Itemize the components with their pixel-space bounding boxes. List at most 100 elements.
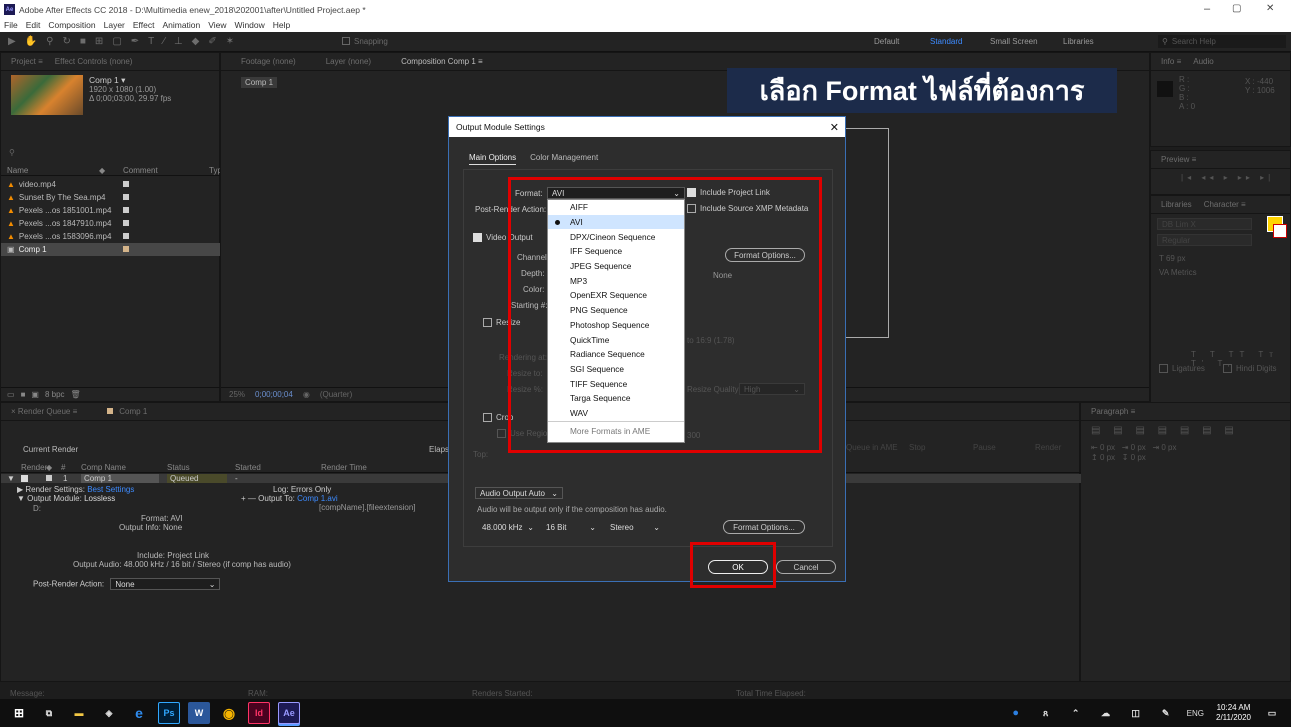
tab-effect-controls[interactable]: Effect Controls (none)	[55, 57, 133, 66]
clock[interactable]: 10:24 AM 2/11/2020	[1216, 703, 1251, 723]
output-to-link[interactable]: Comp 1.avi	[297, 494, 337, 503]
list-item[interactable]: ▲ Sunset By The Sea.mp4	[1, 191, 221, 204]
search-help-input[interactable]: ⚲ Search Help	[1158, 35, 1286, 48]
network-tray-icon[interactable]: ☁	[1095, 702, 1117, 724]
type-tool-icon[interactable]: T	[148, 36, 154, 48]
list-item[interactable]: ▲ Pexels ...os 1851001.mp4	[1, 204, 221, 217]
dialog-close-button[interactable]: ✕	[830, 121, 839, 134]
tab-info[interactable]: Info ≡	[1161, 57, 1181, 66]
font-size-field[interactable]: T 69 px	[1159, 254, 1186, 263]
store-icon[interactable]: ◈	[98, 702, 120, 724]
tab-layer[interactable]: Layer (none)	[326, 57, 371, 66]
bit-depth-select[interactable]: 16 Bit ⌄	[541, 521, 601, 533]
tab-comp-1[interactable]: Comp 1	[107, 407, 147, 416]
audio-output-select[interactable]: Audio Output Auto ⌄	[475, 487, 563, 499]
col-render-time[interactable]: Render Time	[321, 463, 367, 472]
menu-animation[interactable]: Animation	[162, 20, 200, 30]
hindi-digits-option[interactable]: Hindi Digits	[1223, 364, 1276, 374]
resize-checkbox[interactable]	[483, 318, 492, 328]
video-output-checkbox[interactable]	[473, 233, 482, 243]
stop-button[interactable]: Stop	[909, 443, 925, 452]
font-family-select[interactable]: DB Lim X	[1157, 218, 1252, 230]
log-dropdown[interactable]: Errors Only	[291, 485, 331, 494]
col-number[interactable]: #	[61, 463, 65, 472]
cancel-button[interactable]: Cancel	[776, 560, 836, 574]
workspace-libraries[interactable]: Libraries	[1063, 37, 1094, 46]
output-module-dropdown[interactable]: Lossless	[84, 494, 115, 503]
menu-help[interactable]: Help	[273, 20, 290, 30]
workspace-default[interactable]: Default	[874, 37, 899, 46]
pause-button[interactable]: Pause	[973, 443, 996, 452]
add-output-icon[interactable]: + —	[241, 494, 256, 503]
tab-audio[interactable]: Audio	[1193, 57, 1213, 66]
resolution-select[interactable]: (Quarter)	[320, 390, 352, 399]
close-button[interactable]: ✕	[1266, 3, 1274, 14]
indent-fields[interactable]: ⇤ 0 px ⇥ 0 px ⇥ 0 px ↥ 0 px ↧ 0 px	[1091, 443, 1177, 463]
snapping-checkbox[interactable]	[342, 37, 350, 45]
menu-effect[interactable]: Effect	[133, 20, 155, 30]
rotate-tool-icon[interactable]: ↻	[62, 36, 70, 48]
tab-project[interactable]: Project ≡	[11, 57, 43, 66]
use-region-checkbox[interactable]	[497, 429, 506, 439]
tab-footage[interactable]: Footage (none)	[241, 57, 296, 66]
menu-edit[interactable]: Edit	[26, 20, 41, 30]
camera-icon[interactable]: ◉	[303, 390, 310, 399]
tab-render-queue[interactable]: × Render Queue ≡	[11, 407, 77, 416]
render-checkbox[interactable]	[21, 475, 28, 482]
project-search[interactable]: ⚲	[9, 148, 214, 160]
word-icon[interactable]: W	[188, 702, 210, 724]
list-item[interactable]: ▲ video.mp4	[1, 178, 221, 191]
col-comment[interactable]: Comment	[123, 166, 158, 175]
menu-layer[interactable]: Layer	[104, 20, 125, 30]
eraser-tool-icon[interactable]: ◆	[192, 36, 200, 48]
render-button[interactable]: Render	[1035, 443, 1061, 452]
volume-tray-icon[interactable]: ◫	[1125, 702, 1147, 724]
col-status[interactable]: Status	[167, 463, 190, 472]
list-item[interactable]: ▲ Pexels ...os 1847910.mp4	[1, 217, 221, 230]
tool-icons[interactable]: ▶ ✋ ⚲ ↻ ■ ⊞ ▢ ✒ T ∕ ⊥ ◆ ✐ ✶	[8, 36, 278, 48]
bpc-label[interactable]: 8 bpc	[45, 390, 65, 399]
menu-composition[interactable]: Composition	[48, 20, 95, 30]
photoshop-icon[interactable]: Ps	[158, 702, 180, 724]
tab-character[interactable]: Character ≡	[1204, 200, 1246, 209]
audio-format-options-button[interactable]: Format Options...	[723, 520, 805, 534]
new-folder-icon[interactable]: ■	[21, 390, 26, 399]
render-settings-dropdown[interactable]: Best Settings	[87, 485, 134, 494]
brush-tool-icon[interactable]: ∕	[163, 36, 165, 48]
selection-tool-icon[interactable]: ▶	[8, 36, 16, 48]
timecode[interactable]: 0;00;00;04	[255, 390, 293, 399]
magnification-select[interactable]: 25%	[229, 390, 245, 399]
workspace-small-screen[interactable]: Small Screen	[990, 37, 1038, 46]
indesign-icon[interactable]: Id	[248, 702, 270, 724]
people-tray-icon[interactable]: ጸ	[1035, 702, 1057, 724]
comp-breadcrumb[interactable]: Comp 1	[241, 77, 278, 88]
task-view-icon[interactable]: ⧉	[38, 702, 60, 724]
language-indicator[interactable]: ENG	[1187, 709, 1204, 718]
trash-icon[interactable]: 🗑	[71, 390, 81, 399]
col-render[interactable]: Render	[21, 463, 47, 472]
camera-tool-icon[interactable]: ■	[80, 36, 86, 48]
stamp-tool-icon[interactable]: ⊥	[174, 36, 183, 48]
expand-icon[interactable]: ▼	[7, 474, 15, 483]
menu-window[interactable]: Window	[235, 20, 265, 30]
pen-tray-icon[interactable]: ✎	[1155, 702, 1177, 724]
post-render-select[interactable]: None ⌄	[110, 578, 221, 590]
font-style-select[interactable]: Regular	[1157, 234, 1252, 246]
kerning-field[interactable]: VA Metrics	[1159, 268, 1197, 277]
alignment-buttons[interactable]: ▤ ▤ ▤ ▤ ▤ ▤ ▤	[1091, 425, 1239, 436]
playback-controls[interactable]: |◂ ◂◂ ▸ ▸▸ ▸|	[1181, 173, 1274, 182]
stroke-color-swatch[interactable]	[1273, 224, 1287, 238]
notifications-icon[interactable]: ▭	[1261, 702, 1283, 724]
col-name[interactable]: Name	[7, 166, 28, 175]
menu-file[interactable]: File	[4, 20, 18, 30]
new-comp-icon[interactable]: ▣	[31, 390, 39, 399]
file-explorer-icon[interactable]: ▬	[68, 702, 90, 724]
pen-tool-icon[interactable]: ✒	[131, 36, 139, 48]
list-item[interactable]: ▲ Pexels ...os 1583096.mp4	[1, 230, 221, 243]
zoom-tool-icon[interactable]: ⚲	[46, 36, 53, 48]
col-comp-name[interactable]: Comp Name	[81, 463, 126, 472]
menu-view[interactable]: View	[208, 20, 226, 30]
tray-overflow-icon[interactable]: ⌃	[1065, 702, 1087, 724]
pan-tool-icon[interactable]: ⊞	[95, 36, 103, 48]
chrome-icon[interactable]: ◉	[218, 702, 240, 724]
